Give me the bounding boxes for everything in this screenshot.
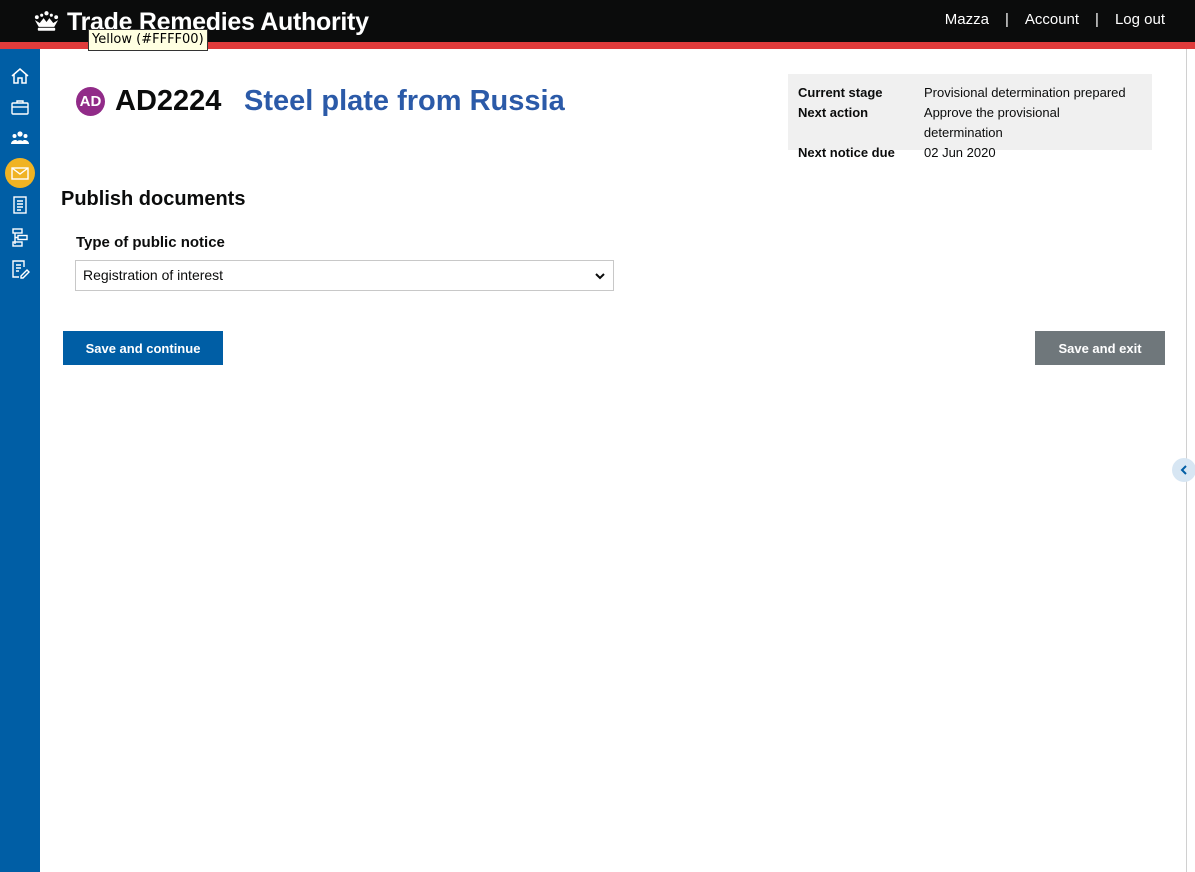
chevron-left-icon: [1180, 465, 1187, 475]
sidebar-item-parties[interactable]: [6, 124, 34, 152]
sidebar: [0, 49, 40, 872]
envelope-icon: [11, 167, 29, 180]
save-and-continue-button[interactable]: Save and continue: [63, 331, 223, 365]
case-name: Steel plate from Russia: [244, 85, 565, 117]
people-icon: [11, 131, 29, 144]
page-title: Publish documents: [61, 188, 246, 210]
notice-type-select[interactable]: Registration of interest: [75, 260, 614, 291]
sitemap-icon: [12, 228, 28, 247]
status-value: 02 Jun 2020: [924, 145, 996, 160]
document-list-icon: [13, 196, 27, 214]
case-status-panel: Current stage Provisional determination …: [788, 74, 1152, 160]
notice-type-label: Type of public notice: [76, 234, 225, 251]
status-key: Current stage: [798, 85, 883, 100]
briefcase-icon: [11, 100, 29, 115]
sidebar-item-documents[interactable]: [6, 191, 34, 219]
user-nav: Mazza | Account | Log out: [945, 11, 1165, 28]
home-icon: [11, 68, 29, 84]
status-row: Next action Approve the provisional dete…: [798, 103, 1142, 143]
sidebar-item-workflow[interactable]: [6, 223, 34, 251]
chevron-down-icon: [595, 273, 605, 280]
color-tooltip: Yellow (#FFFF00): [88, 29, 208, 51]
nav-account-link[interactable]: Account: [1025, 11, 1079, 28]
nav-user-link[interactable]: Mazza: [945, 11, 989, 28]
status-value: Provisional determination prepared: [924, 85, 1126, 100]
nav-logout-link[interactable]: Log out: [1115, 11, 1165, 28]
sidebar-item-cases[interactable]: [6, 93, 34, 121]
case-number: AD2224: [115, 85, 222, 117]
status-value: Approve the provisional determination: [923, 105, 1060, 140]
save-and-exit-button[interactable]: Save and exit: [1035, 331, 1165, 365]
panel-toggle-button[interactable]: [1172, 458, 1195, 482]
nav-separator: |: [1095, 11, 1099, 28]
status-row: Current stage Provisional determination …: [798, 83, 1142, 103]
sidebar-item-notes[interactable]: [6, 255, 34, 283]
status-row: Next notice due 02 Jun 2020: [798, 143, 1142, 163]
nav-separator: |: [1004, 11, 1009, 28]
document-edit-icon: [12, 260, 30, 279]
crown-icon: [34, 11, 59, 31]
notice-type-selected: Registration of interest: [83, 267, 224, 283]
sidebar-item-notices[interactable]: [5, 158, 35, 188]
status-key: Next action: [798, 105, 869, 120]
status-key: Next notice due: [798, 145, 895, 160]
sidebar-item-home[interactable]: [6, 62, 34, 90]
case-type-badge: AD: [76, 87, 105, 116]
